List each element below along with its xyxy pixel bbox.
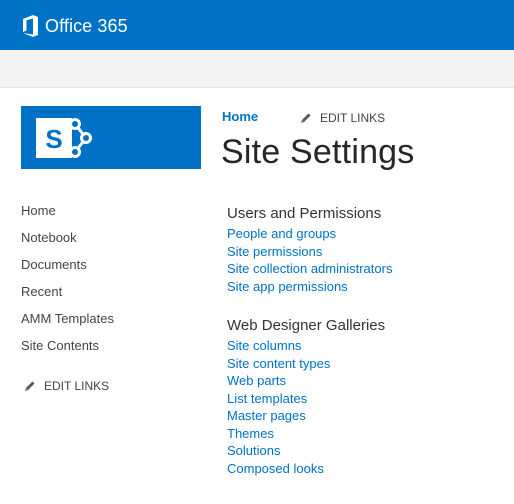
nav-item-amm-templates[interactable]: AMM Templates — [21, 310, 201, 337]
brand-name: Office 365 — [45, 15, 128, 36]
suite-bar: Office 365 — [0, 0, 514, 50]
left-edit-links-label: EDIT LINKS — [44, 379, 110, 393]
nav-item-notebook[interactable]: Notebook — [21, 229, 201, 256]
pencil-icon — [301, 113, 311, 123]
link-site-content-types[interactable]: Site content types — [227, 355, 507, 373]
nav-item-home[interactable]: Home — [21, 202, 201, 229]
nav-item-documents[interactable]: Documents — [21, 256, 201, 283]
link-site-app-permissions[interactable]: Site app permissions — [227, 278, 507, 296]
group-web-designer-galleries: Web Designer Galleries Site columns Site… — [227, 316, 507, 477]
link-people-and-groups[interactable]: People and groups — [227, 225, 507, 243]
link-solutions[interactable]: Solutions — [227, 442, 507, 460]
office-logo-icon — [23, 15, 38, 37]
group-title: Web Designer Galleries — [227, 317, 386, 334]
left-edit-links-button[interactable]: EDIT LINKS — [24, 379, 109, 393]
link-composed-looks[interactable]: Composed looks — [227, 460, 507, 478]
settings-content: Users and Permissions People and groups … — [227, 204, 507, 477]
svg-text:S: S — [45, 124, 62, 154]
office365-brand[interactable]: Office 365 — [22, 14, 128, 38]
link-site-permissions[interactable]: Site permissions — [227, 243, 507, 261]
breadcrumb-home-link[interactable]: Home — [222, 109, 258, 124]
pencil-icon — [25, 381, 35, 391]
group-title: Users and Permissions — [227, 205, 382, 222]
link-themes[interactable]: Themes — [227, 425, 507, 443]
ribbon-bar — [0, 50, 514, 88]
left-navigation: Home Notebook Documents Recent AMM Templ… — [21, 202, 201, 364]
top-edit-links-button[interactable]: EDIT LINKS — [300, 111, 385, 125]
link-master-pages[interactable]: Master pages — [227, 407, 507, 425]
group-users-and-permissions: Users and Permissions People and groups … — [227, 204, 507, 295]
link-web-parts[interactable]: Web parts — [227, 372, 507, 390]
page-title: Site Settings — [221, 133, 415, 171]
link-site-collection-administrators[interactable]: Site collection administrators — [227, 260, 507, 278]
link-list-templates[interactable]: List templates — [227, 390, 507, 408]
top-edit-links-label: EDIT LINKS — [320, 111, 386, 125]
site-logo[interactable]: S — [21, 106, 201, 169]
sharepoint-logo-icon: S — [36, 118, 92, 158]
nav-item-recent[interactable]: Recent — [21, 283, 201, 310]
nav-item-site-contents[interactable]: Site Contents — [21, 337, 201, 364]
link-site-columns[interactable]: Site columns — [227, 337, 507, 355]
